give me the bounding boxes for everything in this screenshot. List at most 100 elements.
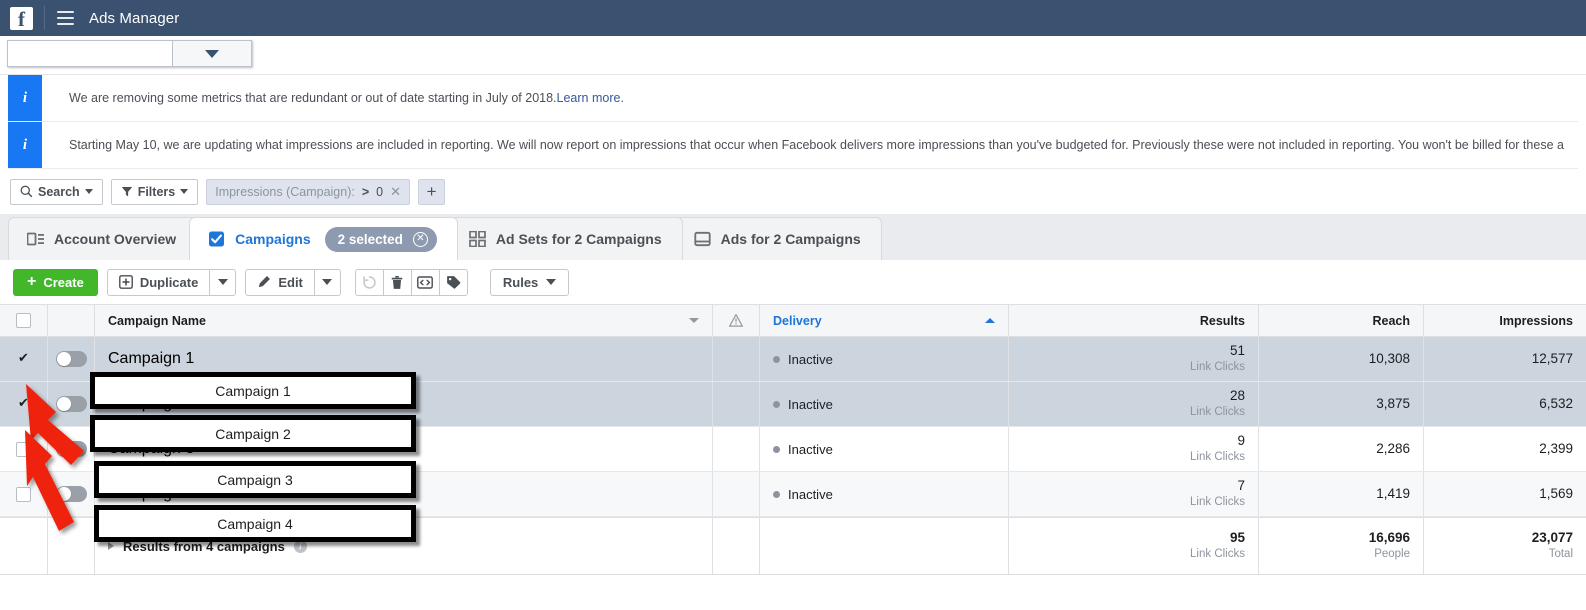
edit-button[interactable]: Edit bbox=[245, 268, 315, 296]
close-icon[interactable]: ✕ bbox=[390, 184, 401, 200]
rules-label: Rules bbox=[502, 274, 539, 290]
info-icon[interactable]: i bbox=[293, 539, 307, 553]
results-unit: Link Clicks bbox=[1190, 451, 1245, 464]
ab-test-button[interactable] bbox=[410, 268, 440, 296]
close-circle-icon[interactable]: ✕ bbox=[412, 231, 428, 247]
column-header-impressions[interactable]: Impressions bbox=[1424, 305, 1586, 336]
chevron-down-icon bbox=[205, 49, 219, 58]
impressions-cell: 1,569 bbox=[1424, 472, 1586, 516]
column-header-delivery[interactable]: Delivery bbox=[760, 305, 1009, 336]
select-all-checkbox[interactable] bbox=[16, 313, 31, 328]
column-label: Delivery bbox=[773, 313, 822, 328]
toggle-header bbox=[48, 305, 95, 336]
campaigns-table: Campaign Name Delivery Results Reach Imp… bbox=[0, 304, 1586, 575]
select-all-header[interactable] bbox=[0, 305, 48, 336]
reach-metric: 2,286 bbox=[1376, 441, 1410, 458]
summary-reach-cell: 16,696 People bbox=[1259, 518, 1424, 574]
table-row[interactable]: Campaign 2 Inactive 28 Link Clicks bbox=[0, 382, 1586, 427]
column-header-results[interactable]: Results bbox=[1009, 305, 1259, 336]
filters-button[interactable]: Filters bbox=[110, 178, 199, 205]
column-header-campaign-name[interactable]: Campaign Name bbox=[95, 305, 713, 336]
tab-label: Campaigns bbox=[235, 231, 311, 247]
add-filter-button[interactable]: + bbox=[418, 178, 446, 205]
ad-sets-grid-icon bbox=[469, 231, 486, 247]
rules-button[interactable]: Rules bbox=[489, 268, 570, 296]
row-select-cell[interactable] bbox=[0, 382, 48, 426]
ad-account-input[interactable] bbox=[7, 40, 172, 67]
expand-triangle-icon[interactable] bbox=[108, 542, 114, 550]
row-select-cell[interactable] bbox=[0, 472, 48, 516]
active-filter-chip-impressions[interactable]: Impressions (Campaign): > 0 ✕ bbox=[206, 178, 411, 205]
tab-label: Ad Sets for 2 Campaigns bbox=[495, 231, 662, 247]
row-select-cell[interactable] bbox=[0, 427, 48, 471]
ad-account-selector[interactable] bbox=[7, 40, 252, 67]
table-row[interactable]: Campaign 4 Inactive 7 Link Clicks 1,419 … bbox=[0, 472, 1586, 517]
delete-button[interactable] bbox=[382, 268, 412, 296]
hamburger-menu-icon[interactable] bbox=[57, 11, 74, 25]
reach-metric: 1,419 bbox=[1376, 486, 1410, 503]
banner-text: We are removing some metrics that are re… bbox=[42, 75, 1578, 121]
tab-ad-sets[interactable]: Ad Sets for 2 Campaigns bbox=[449, 217, 683, 260]
table-row[interactable]: Campaign 1 Inactive 51 Link Clicks bbox=[0, 337, 1586, 382]
row-checkbox[interactable] bbox=[16, 486, 31, 502]
reach-value: 3,875 bbox=[1376, 395, 1410, 411]
column-header-reach[interactable]: Reach bbox=[1259, 305, 1424, 336]
campaign-name-cell[interactable]: Campaign 3 bbox=[95, 427, 713, 471]
revert-button[interactable] bbox=[354, 268, 384, 296]
row-checkbox[interactable] bbox=[16, 441, 31, 457]
row-toggle-cell[interactable] bbox=[48, 472, 95, 516]
delivery-cell: Inactive bbox=[760, 427, 1009, 471]
row-warning-cell bbox=[713, 337, 760, 381]
impressions-cell: 6,532 bbox=[1424, 382, 1586, 426]
impressions-metric: 12,577 bbox=[1532, 351, 1573, 368]
delivery-status: Inactive bbox=[773, 397, 833, 412]
warning-icon bbox=[729, 314, 743, 327]
reach-value: 10,308 bbox=[1368, 350, 1410, 366]
chevron-down-icon bbox=[84, 189, 93, 194]
impressions-value: 1,569 bbox=[1539, 485, 1573, 501]
tag-icon bbox=[447, 275, 461, 289]
selection-badge[interactable]: 2 selected ✕ bbox=[324, 226, 437, 252]
tab-ads[interactable]: Ads for 2 Campaigns bbox=[674, 217, 882, 260]
search-icon bbox=[20, 185, 33, 198]
campaign-status-toggle[interactable] bbox=[55, 351, 87, 367]
campaign-name-cell[interactable]: Campaign 4 bbox=[95, 472, 713, 516]
status-dot-icon bbox=[773, 445, 780, 453]
tab-campaigns[interactable]: Campaigns 2 selected ✕ bbox=[189, 217, 458, 260]
tab-account-overview[interactable]: Account Overview bbox=[8, 217, 198, 260]
campaign-status-toggle[interactable] bbox=[55, 486, 87, 502]
row-toggle-cell[interactable] bbox=[48, 427, 95, 471]
banner-message: We are removing some metrics that are re… bbox=[69, 91, 557, 105]
facebook-logo[interactable]: f bbox=[10, 6, 33, 30]
chevron-down-icon bbox=[322, 279, 333, 285]
row-select-cell[interactable] bbox=[0, 337, 48, 381]
row-toggle-cell[interactable] bbox=[48, 337, 95, 381]
campaign-status-toggle[interactable] bbox=[55, 396, 87, 412]
chevron-down-icon bbox=[180, 189, 189, 194]
duplicate-dropdown-button[interactable] bbox=[210, 268, 237, 296]
summary-results-cell: 95 Link Clicks bbox=[1009, 518, 1259, 574]
row-toggle-cell[interactable] bbox=[48, 382, 95, 426]
tag-button[interactable] bbox=[438, 268, 468, 296]
table-row[interactable]: Campaign 3 Inactive 9 Link Clicks 2,286 … bbox=[0, 427, 1586, 472]
results-metric: 51 Link Clicks bbox=[1190, 343, 1245, 374]
campaign-name-cell[interactable]: Campaign 2 bbox=[95, 382, 713, 426]
campaign-name-cell[interactable]: Campaign 1 bbox=[95, 337, 713, 381]
search-button[interactable]: Search bbox=[10, 178, 103, 205]
edit-dropdown-button[interactable] bbox=[314, 268, 341, 296]
reach-cell: 2,286 bbox=[1259, 427, 1424, 471]
column-label: Impressions bbox=[1499, 313, 1573, 328]
learn-more-link[interactable]: Learn more. bbox=[557, 91, 624, 105]
impressions-value: 12,577 bbox=[1531, 350, 1573, 366]
summary-label-cell[interactable]: Results from 4 campaigns i bbox=[95, 518, 713, 574]
delivery-cell: Inactive bbox=[760, 382, 1009, 426]
summary-text: Results from 4 campaigns bbox=[123, 538, 285, 554]
row-checkbox[interactable] bbox=[16, 350, 31, 367]
table-body: Campaign 1 Inactive 51 Link Clicks bbox=[0, 337, 1586, 575]
results-metric: 7 Link Clicks bbox=[1190, 478, 1245, 509]
duplicate-button[interactable]: Duplicate bbox=[106, 268, 211, 296]
ad-account-dropdown-button[interactable] bbox=[172, 40, 252, 67]
row-checkbox[interactable] bbox=[16, 395, 31, 412]
create-button[interactable]: + Create bbox=[13, 268, 98, 296]
campaign-status-toggle[interactable] bbox=[55, 441, 87, 457]
